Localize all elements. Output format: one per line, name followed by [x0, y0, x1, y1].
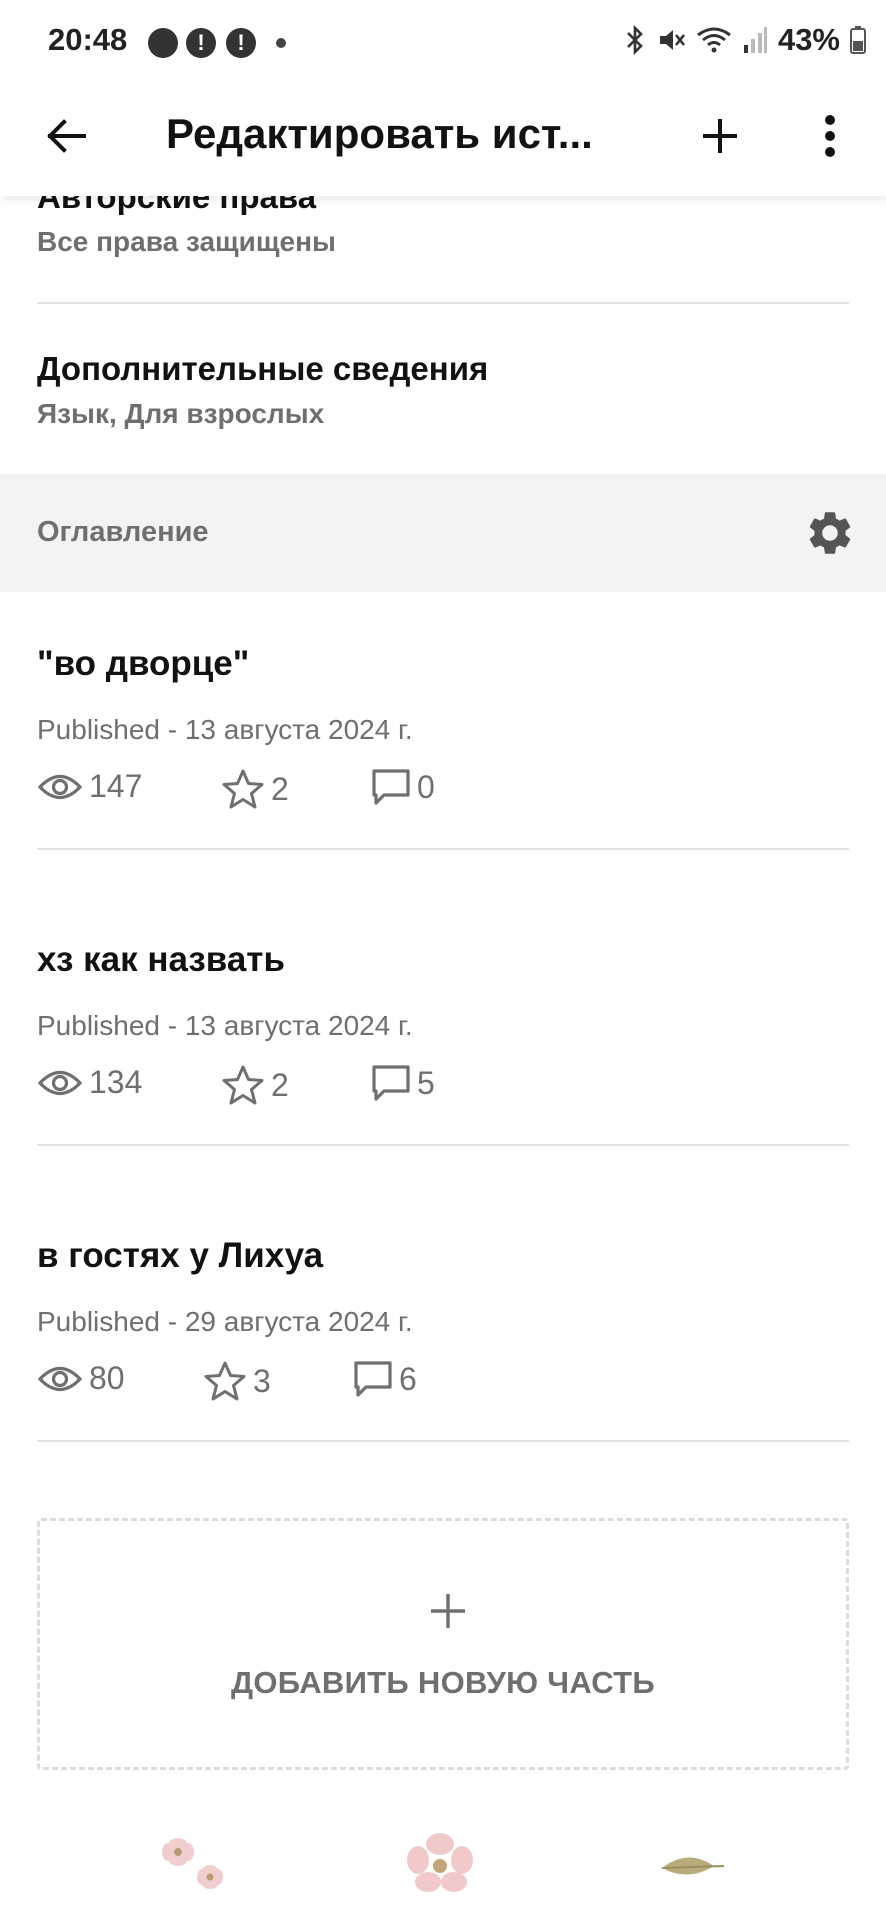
- part-status: Published - 13 августа 2024 г.: [37, 714, 413, 745]
- plus-icon: [431, 1594, 465, 1628]
- alert-icon: !: [226, 28, 256, 58]
- story-part-3[interactable]: в гостях у Лихуа Published - 29 августа …: [37, 1236, 849, 1410]
- views-count: 80: [89, 1360, 125, 1396]
- eye-icon: [37, 774, 83, 799]
- back-button[interactable]: [34, 104, 98, 168]
- gear-icon[interactable]: [804, 507, 856, 559]
- divider: [37, 302, 849, 304]
- signal-icon: [743, 27, 767, 53]
- wifi-icon: [697, 27, 731, 53]
- part-title: в гостях у Лихуа: [37, 1236, 324, 1275]
- eye-icon: [37, 1366, 83, 1391]
- page-title: Редактировать ист...: [166, 110, 593, 157]
- views-count: 147: [89, 768, 143, 804]
- add-new-part-label: ДОБАВИТЬ НОВУЮ ЧАСТЬ: [231, 1665, 655, 1700]
- divider: [37, 1440, 849, 1442]
- divider: [37, 1144, 849, 1146]
- additional-info-title: Дополнительные сведения: [37, 350, 489, 387]
- table-of-contents-label: Оглавление: [37, 516, 209, 548]
- views-stat: 147: [37, 768, 142, 805]
- comments-count: 6: [399, 1360, 417, 1397]
- story-part-2[interactable]: хз как назвать Published - 13 августа 20…: [37, 940, 849, 1114]
- more-vert-icon: [825, 115, 835, 157]
- divider: [37, 848, 849, 850]
- add-button[interactable]: [688, 104, 752, 168]
- views-stat: 134: [37, 1064, 142, 1101]
- comment-icon: [372, 769, 410, 805]
- bluetooth-icon: [627, 25, 643, 55]
- views-stat: 80: [37, 1360, 125, 1397]
- comments-stat: 0: [371, 768, 435, 806]
- mute-icon: [659, 30, 685, 50]
- flowers-illustration: [162, 1838, 223, 1889]
- plus-icon: [703, 119, 737, 153]
- table-of-contents-header: Оглавление: [0, 474, 886, 592]
- additional-info-value: Язык, Для взрослых: [37, 398, 325, 429]
- votes-stat: 3: [203, 1360, 271, 1402]
- comments-stat: 5: [371, 1064, 435, 1102]
- part-stats: 80 3 6: [37, 1360, 849, 1410]
- comments-count: 5: [417, 1064, 435, 1101]
- alert-icon: !: [186, 28, 216, 58]
- comments-count: 0: [417, 768, 435, 805]
- eye-icon: [37, 1070, 83, 1095]
- more-notifications-dot: [276, 38, 286, 48]
- battery-percent: 43%: [777, 22, 840, 57]
- comment-icon: [372, 1065, 410, 1101]
- part-stats: 134 2 5: [37, 1064, 849, 1114]
- additional-info-row[interactable]: Дополнительные сведения Язык, Для взросл…: [37, 350, 849, 430]
- status-indicators: 43%: [624, 22, 866, 58]
- part-status: Published - 13 августа 2024 г.: [37, 1010, 413, 1041]
- messenger-icon: [148, 28, 178, 58]
- status-bar: 20:48 ! ! 43%: [0, 0, 886, 84]
- votes-count: 2: [271, 1066, 289, 1103]
- story-part-1[interactable]: "во дворце" Published - 13 августа 2024 …: [37, 644, 849, 818]
- copyright-value: Все права защищены: [37, 226, 336, 257]
- part-title: хз как назвать: [37, 940, 285, 979]
- app-bar: Редактировать ист...: [0, 84, 886, 196]
- part-stats: 147 2 0: [37, 768, 849, 818]
- arrow-back-icon: [47, 119, 86, 153]
- star-icon: [204, 1361, 246, 1401]
- battery-icon: [850, 26, 866, 54]
- part-status: Published - 29 августа 2024 г.: [37, 1306, 413, 1337]
- leaf-illustration: [661, 1857, 725, 1875]
- add-new-part-button[interactable]: ДОБАВИТЬ НОВУЮ ЧАСТЬ: [37, 1518, 849, 1770]
- votes-stat: 2: [221, 1064, 289, 1106]
- views-count: 134: [89, 1064, 143, 1100]
- star-icon: [222, 1065, 264, 1105]
- status-time: 20:48: [48, 22, 128, 57]
- more-options-button[interactable]: [800, 104, 860, 168]
- flower-illustration: [407, 1833, 473, 1892]
- votes-count: 3: [253, 1362, 271, 1399]
- votes-stat: 2: [221, 768, 289, 810]
- comment-icon: [354, 1361, 392, 1397]
- comments-stat: 6: [353, 1360, 417, 1398]
- star-icon: [222, 769, 264, 809]
- votes-count: 2: [271, 770, 289, 807]
- part-title: "во дворце": [37, 644, 250, 683]
